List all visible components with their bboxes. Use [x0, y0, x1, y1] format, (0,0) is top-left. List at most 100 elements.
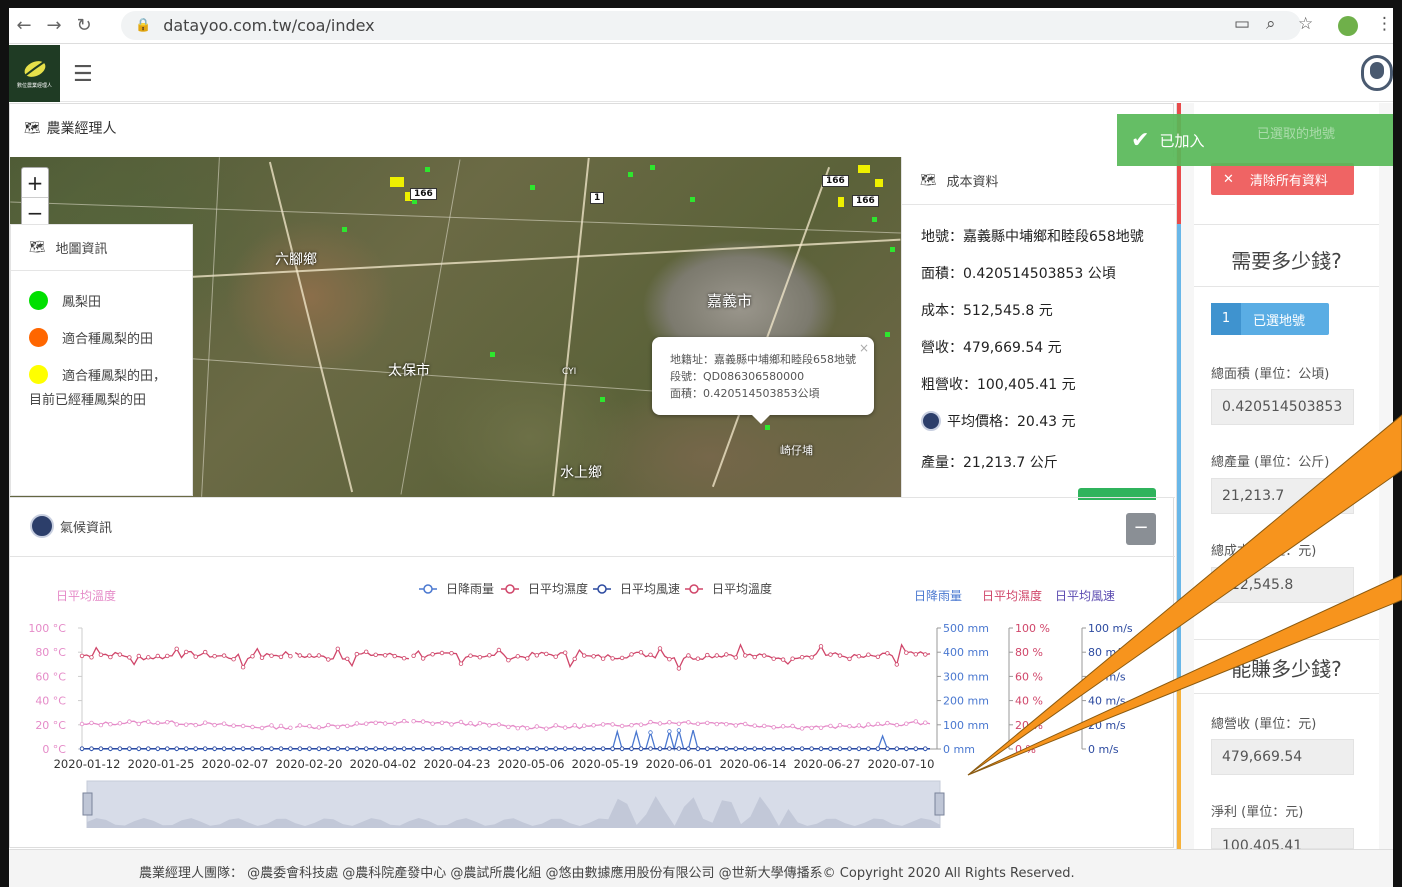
humidity-series-point: [619, 723, 625, 729]
total-revenue-field[interactable]: 479,669.54: [1211, 739, 1354, 775]
temperature-series-point: [458, 661, 464, 666]
close-icon: ✕: [1223, 171, 1234, 187]
humidity-series-point: [904, 721, 909, 726]
wind-series-point: [866, 746, 871, 751]
selected-parcels-button[interactable]: 1 已選地號: [1211, 303, 1329, 335]
weather-badge-icon: [30, 514, 54, 538]
zoom-in-button[interactable]: +: [22, 168, 48, 198]
wind-series-point: [686, 746, 691, 751]
total-cost-field[interactable]: 512,545.8: [1211, 567, 1354, 603]
humidity-series-point: [695, 721, 701, 726]
humidity-series-point: [354, 721, 359, 726]
temperature-series-point: [117, 652, 123, 657]
user-avatar[interactable]: [1361, 55, 1393, 91]
menu-dots-icon[interactable]: ⋮: [1376, 14, 1393, 34]
temperature-series-point: [240, 664, 246, 670]
cost-avg-price: 平均價格：20.43 元: [947, 414, 1076, 430]
wind-tick-label: 40 m/s: [1088, 695, 1126, 708]
profile-icon[interactable]: [1338, 16, 1358, 36]
temperature-series-point: [553, 654, 558, 659]
wind-series-point: [477, 746, 483, 751]
humidity-series-point: [202, 720, 208, 725]
cost-panel: 🗺 成本資料 地號：嘉義縣中埔鄉和睦段658地號 面積：0.4205145038…: [901, 157, 1175, 500]
logo[interactable]: 數位農業經理人: [9, 45, 60, 102]
humidity-series-point: [165, 719, 170, 725]
humidity-series-point: [705, 720, 710, 726]
humidity-series-point: [231, 723, 236, 728]
wind-series-point: [430, 746, 435, 751]
temperature-series-point: [506, 657, 511, 663]
wind-series-point: [515, 746, 520, 751]
legend-swatch: [29, 328, 48, 347]
forward-icon[interactable]: →: [39, 8, 69, 44]
humidity-series-point: [667, 720, 672, 725]
wind-series-point: [392, 746, 397, 751]
total-yield-field[interactable]: 21,213.7: [1211, 478, 1354, 514]
popup-area: 面積：0.420514503853公頃: [670, 387, 820, 400]
right-panel: ✕ 清除所有資料 需要多少錢? 1 已選地號 總面積 (單位：公頃) 0.420…: [1176, 103, 1393, 854]
zoom-search-icon[interactable]: ⌕: [1266, 14, 1276, 34]
address-bar[interactable]: 🔒 datayoo.com.tw/coa/index: [121, 11, 1301, 40]
x-tick-label: 2020-01-25: [128, 757, 195, 771]
temperature-series-point: [667, 656, 672, 662]
temperature-series-point: [307, 653, 312, 658]
temperature-series-point: [724, 652, 729, 657]
wind-series-point: [582, 746, 587, 751]
humidity-series-point: [297, 723, 303, 728]
wind-series-point: [506, 746, 511, 751]
wind-series-point: [420, 746, 426, 751]
route-shield: 1: [590, 192, 605, 204]
wind-series-point: [231, 746, 236, 751]
wind-series-point: [809, 746, 814, 751]
x-tick-label: 2020-01-12: [54, 757, 121, 771]
weather-chart: 日降雨量 日平均濕度 日平均風速 日平均溫度日平均溫度 日降雨量 日平均濕度 日平均風速10…: [28, 581, 1133, 828]
zoom-slider-handle-left: [82, 792, 93, 816]
temperature-series-point: [847, 656, 852, 662]
humidity-series-point: [127, 719, 132, 724]
total-area-field[interactable]: 0.420514503853: [1211, 389, 1354, 425]
temperature-series-point: [183, 649, 189, 655]
cast-icon[interactable]: ▭: [1234, 14, 1250, 34]
humidity-series-point: [221, 721, 227, 726]
cost-revenue: 營收：479,669.54 元: [921, 340, 1062, 356]
back-icon[interactable]: ←: [9, 8, 39, 44]
reload-icon[interactable]: ↻: [69, 8, 99, 44]
humidity-series-point: [250, 724, 255, 730]
humidity-series-point: [923, 720, 928, 725]
temperature-series-point: [790, 656, 795, 661]
total-cost-label: 總成本 (單位：元): [1211, 544, 1317, 559]
x-tick-label: 2020-06-01: [646, 757, 713, 771]
hamburger-menu-icon[interactable]: ☰: [73, 62, 93, 87]
clear-all-button[interactable]: ✕ 清除所有資料: [1211, 163, 1354, 195]
wind-series-point: [401, 746, 407, 751]
humidity-series-point: [780, 724, 786, 729]
rain-series-point: [667, 729, 672, 734]
map-place-label: 崎仔埔: [780, 444, 813, 457]
star-icon[interactable]: ☆: [1298, 14, 1313, 34]
wind-series-point: [183, 746, 189, 751]
collapse-button[interactable]: −: [1126, 513, 1156, 545]
temperature-series-point: [733, 655, 738, 660]
rain-series: [82, 728, 930, 752]
cost-cost: 成本：512,545.8 元: [921, 303, 1053, 319]
humidity-series-point: [847, 723, 852, 729]
wind-series-point: [610, 746, 615, 751]
wind-series-point: [221, 746, 227, 751]
temperature-series-point: [401, 655, 407, 661]
temperature-series-point: [885, 651, 890, 656]
humidity-series-point: [136, 721, 141, 727]
humidity-series-point: [420, 719, 426, 724]
rain-series-point: [648, 730, 653, 735]
selected-count: 1: [1211, 303, 1241, 335]
wind-series-point: [202, 746, 208, 751]
wind-series-point: [269, 746, 274, 751]
earn-title: 能賺多少錢?: [1231, 657, 1342, 681]
humidity-series-point: [762, 723, 767, 729]
wind-series-point: [297, 746, 303, 751]
popup-close-button[interactable]: ×: [859, 340, 869, 357]
temperature-series-point: [563, 650, 568, 655]
humidity-tick-label: 20 %: [1015, 719, 1043, 732]
humidity-series-point: [733, 723, 738, 728]
net-profit-field[interactable]: 100,405.41: [1211, 828, 1354, 854]
map-place-label: 六腳鄉: [275, 252, 317, 268]
